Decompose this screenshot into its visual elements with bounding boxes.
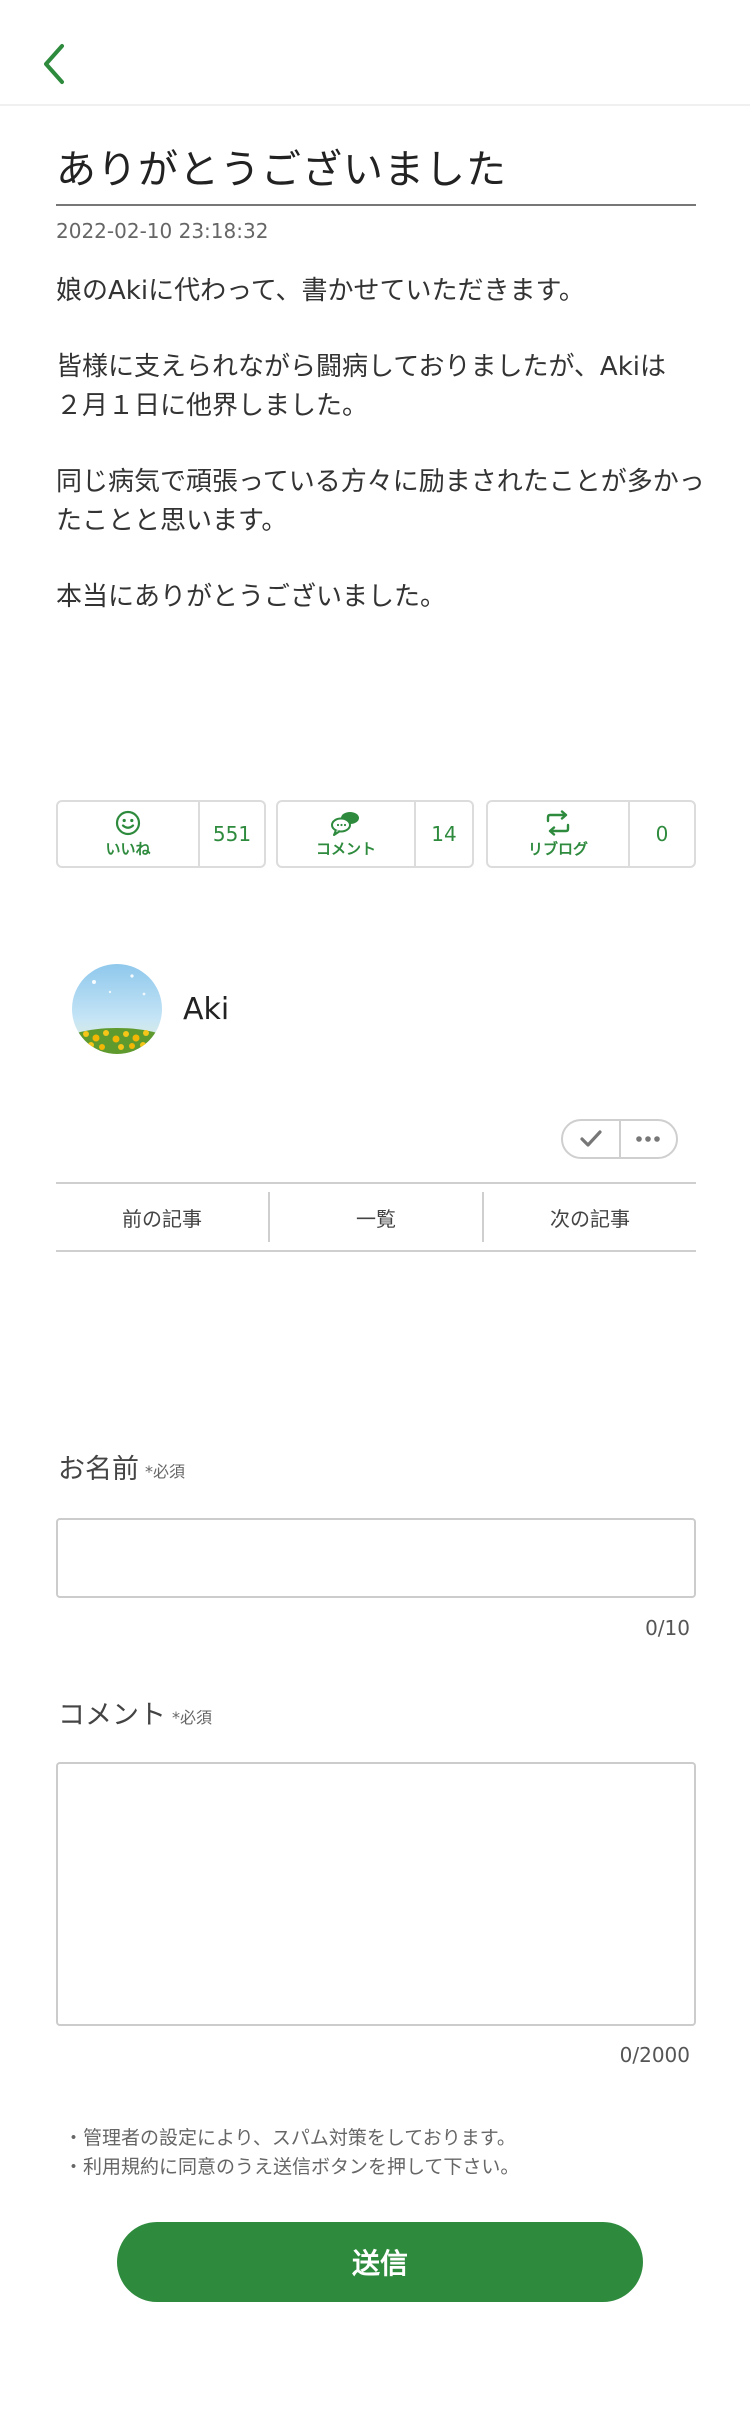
- required-mark: *必須: [145, 1462, 186, 1481]
- article-date: 2022-02-10 23:18:32: [56, 219, 269, 243]
- comment-label-text: コメント: [58, 1700, 166, 1731]
- spam-note: ・管理者の設定により、スパム対策をしております。: [64, 2127, 516, 2149]
- article-body: 娘のAkiに代わって、書かせていただきます。 皆様に支えられながら闘病しておりま…: [56, 272, 726, 654]
- title-divider: [56, 204, 696, 206]
- form-notes: ・管理者の設定により、スパム対策をしております。 ・利用規約に同意のうえ送信ボタ…: [64, 2124, 519, 2182]
- article-paragraph: 皆様に支えられながら闘病しておりましたが、Akiは ２月１日に他界しました。: [56, 352, 666, 421]
- required-mark: *必須: [172, 1708, 213, 1727]
- reblog-count[interactable]: 0: [630, 802, 694, 866]
- comment-count[interactable]: 14: [416, 802, 472, 866]
- article-paragraph: 本当にありがとうございました。: [56, 582, 447, 612]
- check-button[interactable]: [563, 1121, 619, 1157]
- reblog-button[interactable]: リブログ: [488, 802, 630, 866]
- post-action-pill: [561, 1119, 678, 1159]
- reblog-label: リブログ: [527, 839, 588, 858]
- like-label: いいね: [105, 839, 151, 858]
- article-paragraph: 娘のAkiに代わって、書かせていただきます。: [56, 276, 585, 306]
- article-paragraph: 同じ病気で頑張っている方々に励まされたことが多かっ たことと思います。: [56, 467, 705, 536]
- comment-button[interactable]: コメント: [278, 802, 416, 866]
- comment-reaction: コメント 14: [276, 800, 474, 868]
- speech-bubbles-icon: [330, 810, 362, 836]
- avatar[interactable]: [72, 964, 162, 1054]
- like-reaction: いいね 551: [56, 800, 266, 868]
- article-title: ありがとうございました: [56, 147, 507, 193]
- comment-char-counter: 0/2000: [619, 2043, 690, 2067]
- next-article-link[interactable]: 次の記事: [482, 1192, 696, 1242]
- name-field-label: お名前 *必須: [58, 1452, 185, 1488]
- comment-field-label: コメント *必須: [58, 1698, 212, 1734]
- more-button[interactable]: [618, 1121, 677, 1157]
- top-bar: [0, 0, 750, 106]
- article-pager: 前の記事 一覧 次の記事: [56, 1182, 696, 1252]
- comment-textarea[interactable]: [56, 1762, 696, 2026]
- reblog-reaction: リブログ 0: [486, 800, 696, 868]
- profile-name[interactable]: Aki: [183, 990, 229, 1030]
- terms-note: ・利用規約に同意のうえ送信ボタンを押して下さい。: [64, 2156, 520, 2178]
- smile-icon: [115, 810, 141, 836]
- prev-article-link[interactable]: 前の記事: [56, 1184, 268, 1250]
- repeat-icon: [543, 809, 573, 836]
- article-list-link[interactable]: 一覧: [268, 1192, 482, 1242]
- chevron-left-icon: [44, 44, 64, 84]
- more-dots-icon: [636, 1136, 661, 1142]
- name-char-counter: 0/10: [645, 1616, 690, 1640]
- like-button[interactable]: いいね: [58, 802, 200, 866]
- submit-button[interactable]: 送信: [117, 2222, 643, 2302]
- comment-label: コメント: [315, 839, 376, 858]
- back-button[interactable]: [40, 42, 90, 98]
- check-icon: [580, 1130, 602, 1147]
- name-input[interactable]: [56, 1518, 696, 1598]
- name-label-text: お名前: [58, 1454, 139, 1485]
- like-count[interactable]: 551: [200, 802, 264, 866]
